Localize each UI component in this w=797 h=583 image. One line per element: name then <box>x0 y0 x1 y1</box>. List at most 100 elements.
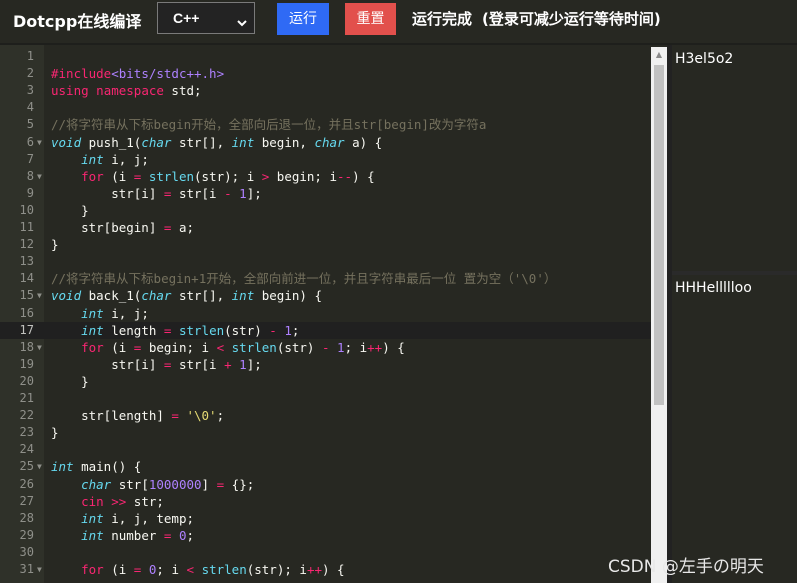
scroll-up-icon[interactable]: ▲ <box>651 49 667 61</box>
line-number: 7 <box>26 151 34 166</box>
code-line[interactable]: 7 int i, j; <box>0 151 651 168</box>
io-splitter[interactable] <box>672 271 797 275</box>
watermark: CSDN @左手の明天 <box>608 557 764 577</box>
panel-separator[interactable] <box>667 45 672 583</box>
code-line[interactable]: 1 <box>0 48 651 65</box>
code-text: str[length] = '\0'; <box>51 408 225 424</box>
code-line[interactable]: 5 //将字符串从下标begin开始，全部向后退一位，并且str[begin]改为… <box>0 116 651 133</box>
language-select[interactable]: C++ <box>157 2 255 34</box>
io-panel <box>667 45 797 583</box>
status-text: 运行完成 <box>412 10 473 28</box>
chevron-down-icon <box>237 14 247 30</box>
scroll-thumb[interactable] <box>654 65 664 405</box>
code-text: } <box>51 237 59 253</box>
code-line[interactable]: 31 ▼ for (i = 0; i < strlen(str); i++) { <box>0 561 651 578</box>
code-line[interactable]: 10 } <box>0 202 651 219</box>
line-number: 6 <box>26 134 34 149</box>
code-text: #include<bits/stdc++.h> <box>51 66 225 82</box>
line-number: 13 <box>19 254 34 269</box>
line-number: 29 <box>19 527 34 542</box>
language-value: C++ <box>173 10 200 26</box>
line-number: 11 <box>19 220 34 234</box>
code-line[interactable]: 3 using namespace std; <box>0 82 651 99</box>
code-text: void push_1(char str[], int begin, char … <box>51 134 383 150</box>
editor-scrollbar[interactable]: ▲ <box>651 47 667 583</box>
run-status: 运行完成 (登录可减少运行等待时间) <box>412 8 661 29</box>
code-line[interactable]: 11 str[begin] = a; <box>0 219 651 236</box>
code-text: cin >> str; <box>81 493 164 509</box>
code-text: int main() { <box>51 459 142 475</box>
fold-arrow-icon[interactable]: ▼ <box>37 339 42 356</box>
code-line[interactable]: 28 int i, j, temp; <box>0 510 651 527</box>
line-number: 19 <box>19 356 34 371</box>
line-number: 9 <box>26 185 34 200</box>
code-line[interactable]: 17 int length = strlen(str) - 1; <box>0 321 651 339</box>
code-line[interactable]: 13 <box>0 253 651 270</box>
site-brand[interactable]: Dotcpp在线编译 <box>13 8 141 32</box>
fold-arrow-icon[interactable]: ▼ <box>37 134 42 151</box>
line-number: 20 <box>19 373 34 388</box>
code-line[interactable]: 14 //将字符串从下标begin+1开始，全部向前进一位，并且字符串最后一位 置… <box>0 270 651 287</box>
code-line[interactable]: 15 ▼ void back_1(char str[], int begin) { <box>0 287 651 304</box>
fold-arrow-icon[interactable]: ▼ <box>37 561 42 578</box>
line-number: 2 <box>26 66 34 81</box>
line-number: 26 <box>19 476 34 491</box>
code-line[interactable]: 8 ▼ for (i = strlen(str); i > begin; i--)… <box>0 168 651 185</box>
code-text: int number = 0; <box>81 527 195 543</box>
code-text: for (i = begin; i < strlen(str) - 1; i++… <box>81 339 405 355</box>
code-text: char str[1000000] = {}; <box>81 476 255 492</box>
line-number: 28 <box>19 510 34 525</box>
code-line[interactable]: 23} <box>0 424 651 441</box>
line-number: 14 <box>19 271 34 286</box>
code-line[interactable]: 19 str[i] = str[i + 1]; <box>0 356 651 373</box>
fold-arrow-icon[interactable]: ▼ <box>37 458 42 475</box>
status-hint: (登录可减少运行等待时间) <box>482 10 661 28</box>
code-line[interactable]: 30 <box>0 544 651 561</box>
code-line[interactable]: 29 int number = 0; <box>0 527 651 544</box>
code-line[interactable]: 26 char str[1000000] = {}; <box>0 476 651 493</box>
input-text[interactable]: H3el5o2 <box>675 51 733 67</box>
line-number: 22 <box>19 408 34 423</box>
code-line[interactable]: 18 ▼ for (i = begin; i < strlen(str) - 1;… <box>0 339 651 356</box>
line-number: 27 <box>19 493 34 508</box>
run-button[interactable]: 运行 <box>277 3 329 35</box>
code-text: using namespace std; <box>51 83 202 99</box>
output-text: HHHellllloo <box>675 280 752 296</box>
code-line[interactable]: 24 <box>0 441 651 458</box>
code-line[interactable]: 16 int i, j; <box>0 305 651 322</box>
line-number: 1 <box>26 49 34 63</box>
code-text: int i, j; <box>81 151 149 167</box>
code-text: for (i = strlen(str); i > begin; i--) { <box>81 168 375 184</box>
line-number: 21 <box>19 391 34 405</box>
line-number: 31 <box>19 562 34 576</box>
code-text: str[begin] = a; <box>51 220 194 235</box>
line-number: 10 <box>19 202 34 217</box>
code-line[interactable]: 25 ▼ int main() { <box>0 458 651 475</box>
code-line[interactable]: 9 str[i] = str[i - 1]; <box>0 185 651 202</box>
fold-arrow-icon[interactable]: ▼ <box>37 287 42 304</box>
code-text: int length = strlen(str) - 1; <box>81 322 300 338</box>
code-text: str[i] = str[i - 1]; <box>51 185 262 201</box>
code-line[interactable]: 27 cin >> str; <box>0 493 651 510</box>
line-number: 3 <box>26 83 34 98</box>
code-line[interactable]: 22 str[length] = '\0'; <box>0 407 651 424</box>
code-line[interactable]: 4 <box>0 99 651 116</box>
code-editor[interactable]: 1 2 #include<bits/stdc++.h> 3 using namespac… <box>0 45 651 583</box>
reset-button[interactable]: 重置 <box>345 3 396 35</box>
top-toolbar: Dotcpp在线编译 C++ 运行 重置 运行完成 (登录可减少运行等待时间) <box>0 0 797 40</box>
code-text: //将字符串从下标begin开始，全部向后退一位，并且str[begin]改为字… <box>51 117 487 133</box>
code-text: //将字符串从下标begin+1开始，全部向前进一位，并且字符串最后一位 置为空… <box>51 271 557 287</box>
line-number: 24 <box>19 442 34 457</box>
code-text: void back_1(char str[], int begin) { <box>51 288 322 304</box>
code-line[interactable]: 12} <box>0 236 651 253</box>
code-line[interactable]: 21 <box>0 390 651 407</box>
line-number: 4 <box>26 100 34 115</box>
fold-arrow-icon[interactable]: ▼ <box>37 168 42 185</box>
line-number: 16 <box>19 305 34 320</box>
code-line[interactable]: 2 #include<bits/stdc++.h> <box>0 65 651 82</box>
code-text: } <box>51 425 59 441</box>
line-number: 30 <box>19 544 34 559</box>
code-line[interactable]: 6 ▼ void push_1(char str[], int begin, cha… <box>0 134 651 151</box>
code-line[interactable]: 20 } <box>0 373 651 390</box>
code-text: int i, j, temp; <box>81 510 194 526</box>
